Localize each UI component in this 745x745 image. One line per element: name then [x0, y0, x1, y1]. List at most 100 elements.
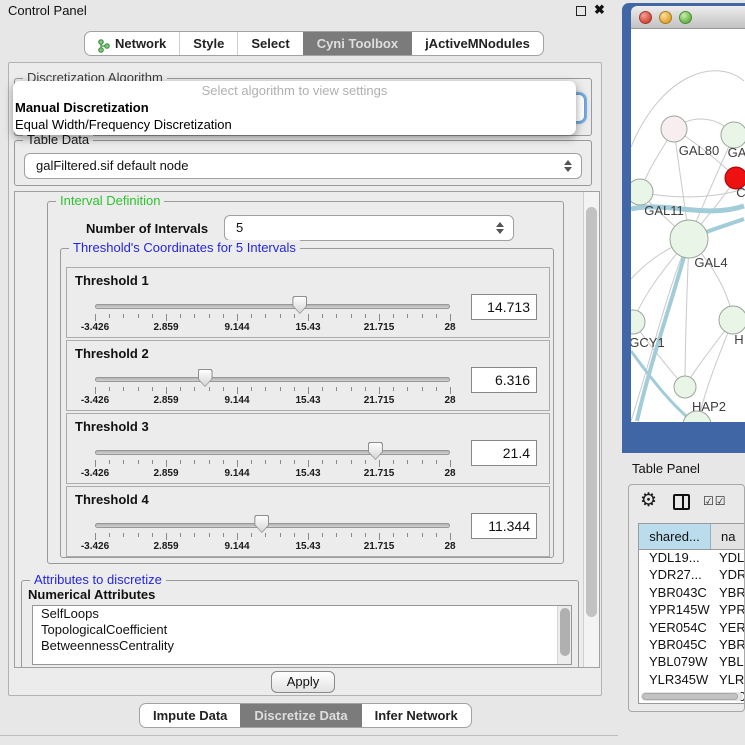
tick-mark	[123, 533, 124, 537]
tick-mark	[294, 314, 295, 318]
threshold-3-value-field[interactable]: 21.4	[471, 440, 537, 466]
tick-mark	[308, 314, 309, 321]
threshold-4-value-field[interactable]: 11.344	[471, 513, 537, 539]
gear-icon[interactable]: ⚙	[640, 489, 657, 512]
vertical-scrollbar[interactable]	[583, 192, 599, 667]
close-traffic-light[interactable]	[639, 11, 652, 24]
threshold-4-slider-track[interactable]	[95, 523, 450, 528]
float-icon[interactable]	[576, 6, 586, 16]
tick-mark	[365, 387, 366, 391]
network-window-titlebar[interactable]	[631, 6, 745, 29]
tick-mark	[407, 387, 408, 391]
list-scrollbar-thumb[interactable]	[560, 608, 570, 656]
tab-label: Network	[115, 32, 166, 55]
tab-style[interactable]: Style	[179, 32, 237, 55]
threshold-1-slider-thumb[interactable]	[292, 296, 307, 314]
network-node[interactable]	[719, 306, 745, 334]
table-row[interactable]: YDL19...YDL1	[639, 550, 744, 567]
column-header-shared[interactable]: shared...	[639, 524, 711, 549]
tick-mark	[223, 314, 224, 318]
tick-mark	[336, 314, 337, 318]
tick-mark	[436, 387, 437, 391]
close-icon[interactable]: ✖	[594, 2, 605, 18]
threshold-3-slider-track[interactable]	[95, 450, 450, 455]
node-table: shared... na YDL19...YDL1YDR27...YDR2YBR…	[638, 523, 744, 704]
table-row[interactable]: YBR045CYBR0	[639, 637, 744, 654]
threshold-2-slider-thumb[interactable]	[198, 369, 213, 387]
tab-label: jActiveMNodules	[425, 32, 530, 55]
vertical-scrollbar-thumb[interactable]	[586, 207, 597, 617]
attribute-item-betweennesscentrality[interactable]: BetweennessCentrality	[33, 638, 571, 654]
tick-mark	[237, 387, 238, 394]
cyni-toolbox-panel: Discretization Algorithm Table Data galF…	[8, 62, 602, 696]
column-header-name[interactable]: na	[711, 524, 744, 549]
horizontal-scrollbar[interactable]	[641, 692, 743, 701]
checkbox-icons[interactable]: ☑☑	[703, 494, 727, 508]
tab-impute-data[interactable]: Impute Data	[140, 704, 240, 727]
tick-mark	[422, 460, 423, 464]
zoom-traffic-light[interactable]	[679, 11, 692, 24]
table-row[interactable]: YER054CYER0	[639, 620, 744, 637]
tick-mark	[280, 387, 281, 391]
threshold-3-label: Threshold 3	[75, 419, 149, 434]
attribute-item-selfloops[interactable]: SelfLoops	[33, 606, 571, 622]
threshold-4-slider-thumb[interactable]	[254, 515, 269, 533]
tick-mark	[209, 314, 210, 318]
tick-mark	[180, 314, 181, 318]
popup-option-manual-discretization[interactable]: Manual Discretization	[13, 99, 576, 116]
threshold-3-slider-thumb[interactable]	[368, 442, 383, 460]
network-graph: GAL80GAGAL11CGAL4GCY1HHAP2	[631, 29, 745, 422]
table-data-combo[interactable]: galFiltered.sif default node	[24, 153, 582, 179]
table-row[interactable]: YPR145WYPR1	[639, 602, 744, 619]
threshold-1-slider-track[interactable]	[95, 304, 450, 309]
table-row[interactable]: YBR043CYBR0	[639, 585, 744, 602]
tab-jactivemnodules[interactable]: jActiveMNodules	[411, 32, 543, 55]
table-row[interactable]: YBL079WYBL0	[639, 654, 744, 671]
network-node[interactable]	[661, 116, 687, 142]
tick-mark	[138, 387, 139, 391]
tab-label: Impute Data	[153, 704, 227, 727]
number-of-intervals-combo[interactable]: 5	[224, 215, 514, 241]
tick-mark	[450, 387, 451, 394]
tick-mark	[223, 533, 224, 537]
threshold-2-slider-track[interactable]	[95, 377, 450, 382]
network-node[interactable]	[674, 376, 696, 398]
threshold-1-value-field[interactable]: 14.713	[471, 294, 537, 320]
threshold-2-value-field[interactable]: 6.316	[471, 367, 537, 393]
network-node[interactable]	[670, 220, 708, 258]
tab-cyni-toolbox[interactable]: Cyni Toolbox	[303, 32, 411, 55]
threshold-panel-4: Threshold 4-3.4262.8599.14415.4321.71528…	[66, 486, 550, 557]
tick-mark	[280, 533, 281, 537]
minimize-traffic-light[interactable]	[659, 11, 672, 24]
table-row[interactable]: YLR345WYLR3	[639, 672, 744, 689]
columns-icon[interactable]	[673, 494, 690, 510]
apply-button[interactable]: Apply	[271, 671, 335, 693]
network-canvas[interactable]: GAL80GAGAL11CGAL4GCY1HHAP2	[631, 29, 745, 422]
tick-mark	[95, 314, 96, 321]
horizontal-scrollbar-thumb[interactable]	[642, 693, 738, 700]
tick-label: 9.144	[224, 541, 249, 552]
tab-select[interactable]: Select	[237, 32, 302, 55]
tick-mark	[194, 387, 195, 391]
tick-mark	[223, 387, 224, 391]
network-node[interactable]	[631, 179, 653, 205]
attribute-item-topologicalcoefficient[interactable]: TopologicalCoefficient	[33, 622, 571, 638]
number-of-intervals-value: 5	[236, 216, 243, 240]
tab-discretize-data[interactable]: Discretize Data	[240, 704, 360, 727]
tick-mark	[436, 460, 437, 464]
table-row[interactable]: YDR27...YDR2	[639, 567, 744, 584]
network-node[interactable]	[631, 310, 645, 334]
tab-infer-network[interactable]: Infer Network	[361, 704, 471, 727]
tick-mark	[123, 314, 124, 318]
list-scrollbar[interactable]	[557, 606, 571, 664]
spinner-icon[interactable]	[563, 159, 572, 173]
popup-option-equal-width-frequency[interactable]: Equal Width/Frequency Discretization	[13, 116, 576, 133]
tab-network[interactable]: Network	[85, 32, 179, 55]
node-label-gal11: GAL11	[644, 203, 684, 218]
spinner-icon[interactable]	[495, 221, 504, 235]
cell-shared-name: YBR045C	[639, 637, 711, 654]
tick-mark	[365, 460, 366, 464]
tick-mark	[95, 533, 96, 540]
threshold-panel-3: Threshold 3-3.4262.8599.14415.4321.71528…	[66, 413, 550, 484]
divider	[0, 735, 618, 736]
